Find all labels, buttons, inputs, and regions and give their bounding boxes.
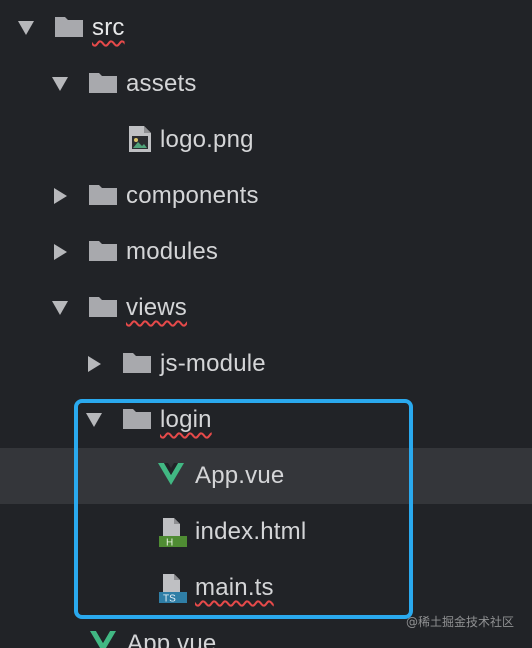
chevron-down-icon[interactable]	[18, 21, 34, 35]
tree-item-assets[interactable]: assets	[0, 56, 532, 112]
tree-item-components[interactable]: components	[0, 168, 532, 224]
html-file-icon: H	[159, 518, 187, 549]
folder-icon	[123, 353, 151, 373]
typescript-file-icon: TS	[159, 574, 187, 605]
tree-item-label: assets	[126, 70, 197, 97]
tree-item-label: main.ts	[195, 574, 274, 601]
chevron-down-icon[interactable]	[52, 77, 68, 91]
html-badge-text: H	[166, 538, 173, 549]
tree-item-label: modules	[126, 238, 219, 265]
tree-item-label: index.html	[195, 518, 307, 545]
chevron-right-icon[interactable]	[54, 188, 67, 204]
tree-item-login[interactable]: login	[0, 392, 532, 448]
tree-item-main-ts[interactable]: TS main.ts	[0, 560, 532, 616]
chevron-right-icon[interactable]	[88, 356, 101, 372]
tree-item-views[interactable]: views	[0, 280, 532, 336]
image-file-icon	[129, 126, 151, 152]
folder-icon	[89, 185, 117, 205]
tree-item-index-html[interactable]: H index.html	[0, 504, 532, 560]
watermark: @稀土掘金技术社区	[405, 615, 514, 629]
folder-icon	[89, 297, 117, 317]
tree-item-label: login	[160, 406, 212, 433]
tree-item-label: App.vue	[195, 462, 285, 489]
folder-icon	[55, 17, 83, 37]
file-explorer-tree: src assets logo.png components modules v…	[0, 0, 532, 648]
vue-icon	[158, 463, 184, 485]
tree-item-label: App.vue	[127, 630, 217, 648]
folder-icon	[123, 409, 151, 429]
tree-item-label: components	[126, 182, 259, 209]
tree-item-js-module[interactable]: js-module	[0, 336, 532, 392]
tree-item-login-app-vue[interactable]: App.vue	[0, 448, 532, 504]
chevron-down-icon[interactable]	[86, 413, 102, 427]
vue-icon	[90, 631, 116, 648]
tree-item-modules[interactable]: modules	[0, 224, 532, 280]
tree-item-logo-png[interactable]: logo.png	[0, 112, 532, 168]
tree-item-src[interactable]: src	[0, 0, 532, 56]
ts-badge-text: TS	[163, 594, 176, 605]
chevron-down-icon[interactable]	[52, 301, 68, 315]
chevron-right-icon[interactable]	[54, 244, 67, 260]
folder-icon	[89, 73, 117, 93]
tree-item-label: src	[92, 14, 125, 41]
tree-item-label: logo.png	[160, 126, 254, 153]
tree-item-label: js-module	[160, 350, 266, 377]
tree-item-label: views	[126, 294, 188, 321]
folder-icon	[89, 241, 117, 261]
